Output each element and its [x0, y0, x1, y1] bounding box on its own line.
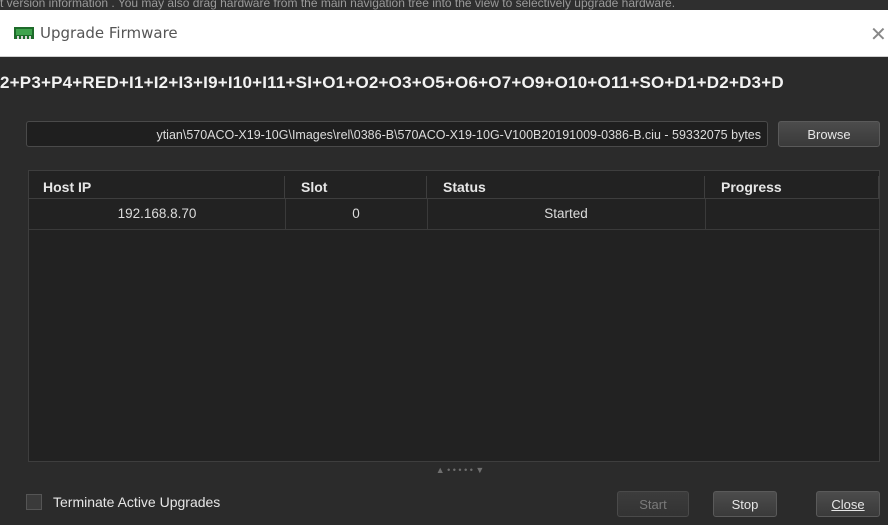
column-header-status[interactable]: Status: [427, 176, 705, 198]
cell-status: Started: [427, 199, 706, 229]
stop-button[interactable]: Stop: [713, 491, 777, 517]
column-header-host-ip[interactable]: Host IP: [29, 176, 285, 198]
table-header: Host IP Slot Status Progress: [29, 176, 879, 199]
close-button-label: Close: [831, 497, 865, 512]
dialog-body: 2+P3+P4+RED+I1+I2+I3+I9+I10+I11+SI+O1+O2…: [0, 57, 888, 525]
table-row[interactable]: 192.168.8.70 0 Started: [29, 199, 880, 230]
dialog-titlebar: Upgrade Firmware ✕: [0, 10, 888, 57]
firmware-card-icon: [14, 27, 34, 39]
close-button[interactable]: Close: [816, 491, 880, 517]
column-header-progress[interactable]: Progress: [705, 176, 879, 198]
dialog-title: Upgrade Firmware: [40, 24, 178, 42]
terminate-active-upgrades-checkbox[interactable]: [26, 494, 42, 510]
cell-progress: [705, 199, 880, 229]
column-header-slot[interactable]: Slot: [285, 176, 427, 198]
browse-button[interactable]: Browse: [778, 121, 880, 147]
splitter-handle[interactable]: ▲ • • • • • ▼: [415, 465, 505, 475]
firmware-file-path-field[interactable]: ytian\570ACO-X19-10G\Images\rel\0386-B\5…: [26, 121, 768, 147]
background-window-text: t version information . You may also dra…: [0, 0, 888, 10]
cell-slot: 0: [285, 199, 428, 229]
upgrade-targets-label: 2+P3+P4+RED+I1+I2+I3+I9+I10+I11+SI+O1+O2…: [0, 73, 784, 92]
terminate-active-upgrades-label: Terminate Active Upgrades: [53, 494, 221, 510]
cell-host-ip: 192.168.8.70: [29, 199, 286, 229]
start-button[interactable]: Start: [617, 491, 689, 517]
close-icon[interactable]: ✕: [870, 22, 887, 46]
upgrade-table: Host IP Slot Status Progress 192.168.8.7…: [28, 170, 880, 462]
